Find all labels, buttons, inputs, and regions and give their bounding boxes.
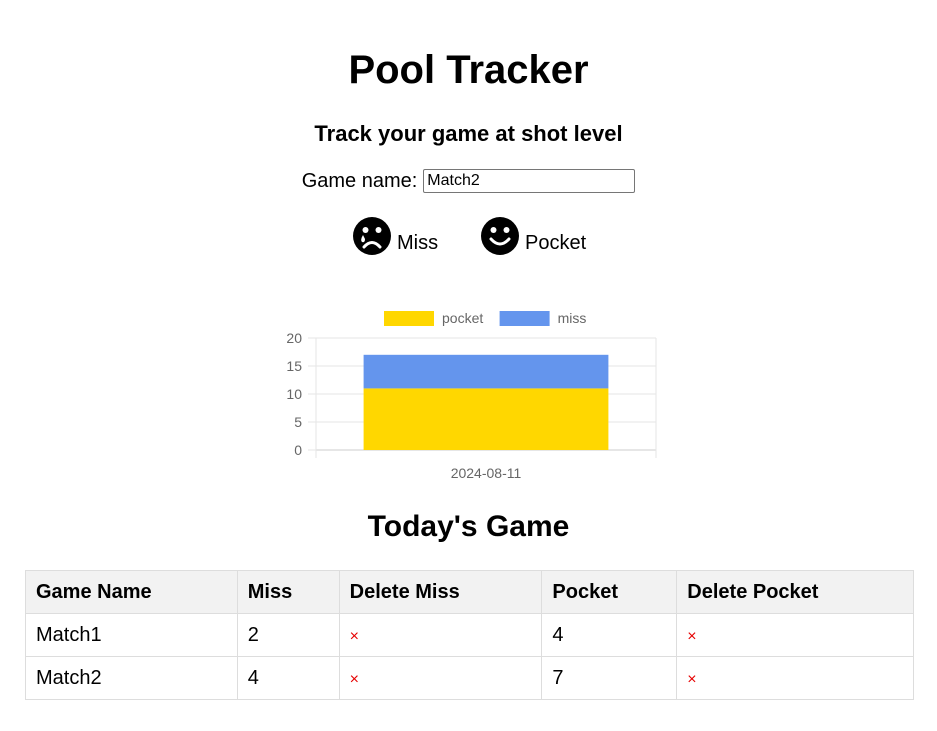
legend-swatch-pocket xyxy=(384,311,434,326)
cell-game-name: Match1 xyxy=(25,613,238,657)
cell-pocket: 4 xyxy=(541,613,678,657)
page-subtitle: Track your game at shot level xyxy=(314,121,623,146)
shots-bar-chart: 0 5 10 15 20 2024-08-11 pocket miss xyxy=(286,310,657,481)
cell-pocket: 7 xyxy=(541,656,678,700)
delete-pocket-button[interactable]: × xyxy=(687,671,696,688)
delete-miss-cell: × xyxy=(338,613,543,657)
section-title: Today's Game xyxy=(367,510,570,543)
y-tick-label: 0 xyxy=(294,442,302,458)
legend-label-miss: miss xyxy=(558,310,587,326)
bar-pocket xyxy=(363,388,609,450)
table-header-row: Game Name Miss Delete Miss Pocket Delete… xyxy=(25,570,914,614)
y-tick-label: 20 xyxy=(286,330,302,346)
game-name-input[interactable] xyxy=(423,169,636,193)
delete-miss-cell: × xyxy=(338,656,543,700)
cell-miss: 4 xyxy=(236,656,340,700)
game-name-label: Game name: xyxy=(301,170,418,192)
header-miss: Miss xyxy=(236,570,340,614)
header-delete-miss: Delete Miss xyxy=(338,570,543,614)
header-pocket: Pocket xyxy=(541,570,678,614)
table-row: Match1 2 × 4 × xyxy=(25,613,914,657)
page: Pool Tracker Track your game at shot lev… xyxy=(0,0,937,731)
header-delete-pocket: Delete Pocket xyxy=(676,570,914,614)
y-tick-label: 10 xyxy=(286,386,302,402)
game-name-row: Game name: xyxy=(0,168,937,194)
games-table: Game Name Miss Delete Miss Pocket Delete… xyxy=(25,570,914,700)
page-title: Pool Tracker xyxy=(348,48,589,92)
legend-swatch-miss xyxy=(499,311,550,326)
legend-label-pocket: pocket xyxy=(442,310,483,326)
table-row: Match2 4 × 7 × xyxy=(25,656,914,700)
delete-pocket-cell: × xyxy=(676,656,914,700)
delete-pocket-button[interactable]: × xyxy=(687,628,696,645)
cell-game-name: Match2 xyxy=(25,656,238,700)
y-tick-label: 5 xyxy=(294,414,302,430)
delete-pocket-cell: × xyxy=(676,613,914,657)
smiling-face-icon xyxy=(481,217,519,255)
miss-label: Miss xyxy=(397,232,439,254)
x-tick-label: 2024-08-11 xyxy=(451,465,522,481)
bar-miss xyxy=(363,354,609,389)
crying-face-icon xyxy=(353,217,391,255)
header-game-name: Game Name xyxy=(25,570,238,614)
delete-miss-button[interactable]: × xyxy=(350,671,359,688)
cell-miss: 2 xyxy=(236,613,340,657)
pocket-button[interactable]: Pocket xyxy=(480,216,586,256)
miss-button[interactable]: Miss xyxy=(352,216,438,256)
pocket-label: Pocket xyxy=(525,232,587,254)
delete-miss-button[interactable]: × xyxy=(350,628,359,645)
y-tick-label: 15 xyxy=(286,358,302,374)
